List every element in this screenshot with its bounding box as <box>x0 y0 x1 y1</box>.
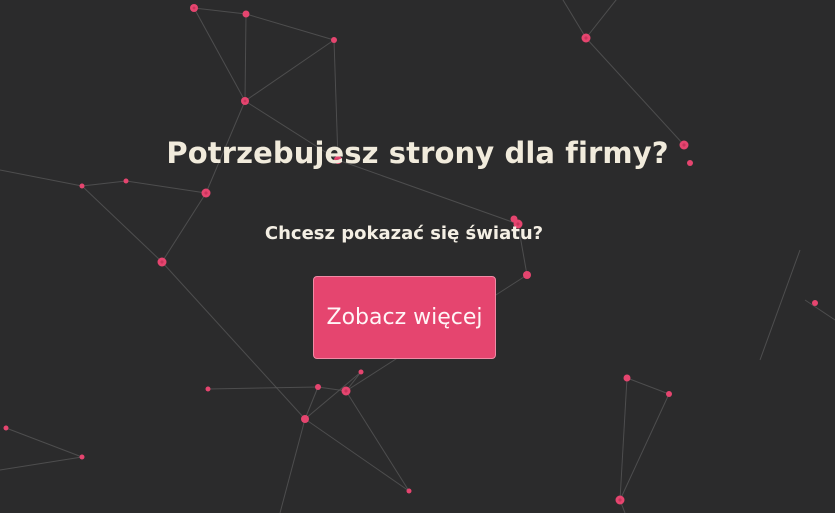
network-link <box>244 39 335 102</box>
see-more-button[interactable]: Zobacz więcej <box>313 276 496 359</box>
network-link <box>244 13 247 102</box>
network-link <box>193 7 247 15</box>
network-node <box>3 425 9 431</box>
particle-network-background <box>0 0 835 513</box>
network-link <box>626 377 670 395</box>
network-node <box>523 271 531 279</box>
network-link <box>345 390 410 492</box>
network-link <box>5 427 83 458</box>
network-node <box>358 369 364 375</box>
network-node-core <box>243 99 247 103</box>
network-node <box>205 386 211 392</box>
network-link <box>562 0 587 39</box>
network-node-core <box>618 498 622 502</box>
network-link <box>207 386 319 390</box>
network-link <box>304 386 319 420</box>
network-link <box>81 180 127 187</box>
network-node <box>331 37 337 43</box>
network-link <box>304 371 362 420</box>
network-node-core <box>204 191 208 195</box>
network-node <box>301 415 309 423</box>
network-link <box>0 169 83 187</box>
network-link <box>279 418 306 513</box>
network-link <box>804 299 835 321</box>
hero-subheadline: Chcesz pokazać się światu? <box>264 223 544 244</box>
network-link <box>161 261 306 420</box>
network-link <box>619 377 628 501</box>
network-link <box>619 393 670 501</box>
network-node <box>242 10 250 18</box>
network-link <box>585 37 685 146</box>
network-node-core <box>344 389 348 393</box>
network-node <box>79 183 85 189</box>
network-node <box>79 454 85 460</box>
network-node-core <box>160 260 164 264</box>
network-node <box>812 300 818 306</box>
network-link <box>245 13 335 41</box>
network-node <box>315 384 321 390</box>
network-node-core <box>584 36 588 40</box>
network-link <box>304 418 410 492</box>
network-node <box>666 391 672 397</box>
network-link <box>585 0 617 39</box>
network-link <box>193 7 246 102</box>
network-node <box>123 178 129 184</box>
network-link <box>0 456 83 471</box>
network-node-core <box>192 6 196 10</box>
network-node <box>623 374 631 382</box>
network-link <box>125 180 207 194</box>
hero-headline: Potrzebujesz strony dla firmy? <box>166 136 669 170</box>
network-node <box>406 488 412 494</box>
network-link <box>759 249 801 361</box>
hero-section: Potrzebujesz strony dla firmy? Chcesz po… <box>0 0 835 513</box>
